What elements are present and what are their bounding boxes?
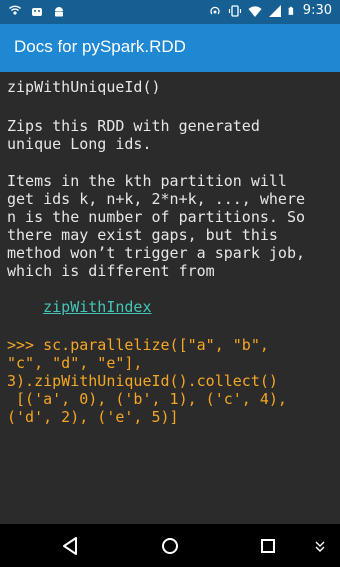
page-title: Docs for pySpark.RDD [14,37,186,56]
status-left-icons [8,4,66,18]
cell-signal-icon [268,4,281,17]
wifi-icon [248,5,262,17]
vibrate-icon [228,4,241,17]
recents-button[interactable] [238,524,298,567]
details-line-1: Items in the kth partition will [7,172,287,190]
code-line-4: [('a', 0), ('b', 1), ('c', 4), [7,390,287,408]
status-bar: 9:30 [0,0,340,24]
recents-icon [261,538,275,553]
keyboard-hide-icon [315,541,325,552]
details-line-2: get ids k, n+k, 2*n+k, ..., where [7,190,306,208]
doc-content: zipWithUniqueId() Zips this RDD with gen… [0,72,340,524]
home-icon [162,537,178,554]
status-right-icons: 9:30 [208,3,332,18]
wifi-signal-icon [9,5,21,15]
android-debug-icon [32,8,42,16]
back-button[interactable] [40,524,100,567]
code-line-1: >>> sc.parallelize(["a", "b", [7,336,269,354]
android-robot-icon [55,7,63,17]
home-button[interactable] [140,524,200,567]
details-line-6: which is different from [7,262,215,280]
battery-icon [288,6,293,15]
code-line-3: 3).zipWithUniqueId().collect() [7,372,278,390]
app-bar: Docs for pySpark.RDD [0,24,340,72]
navigation-bar [0,524,340,567]
summary-line-2: unique Long ids. [7,135,152,153]
details-line-4: there may exist gaps, but this [7,226,278,244]
status-time: 9:30 [302,3,332,18]
code-line-5: ('d', 2), ('e', 5)] [7,408,179,426]
back-icon [63,536,77,555]
zip-with-index-link-row: zipWithIndex [7,280,337,334]
details-line-5: method won’t trigger a spark job, [7,244,306,262]
hotspot-icon [210,6,220,14]
zip-with-index-link[interactable]: zipWithIndex [43,298,151,316]
keyboard-hide-button[interactable] [300,524,340,567]
details-line-3: n is the number of partitions. So [7,208,306,226]
summary-line-1: Zips this RDD with generated [7,117,260,135]
code-line-2: "c", "d", "e"], [7,354,143,372]
method-signature: zipWithUniqueId() [7,78,161,96]
